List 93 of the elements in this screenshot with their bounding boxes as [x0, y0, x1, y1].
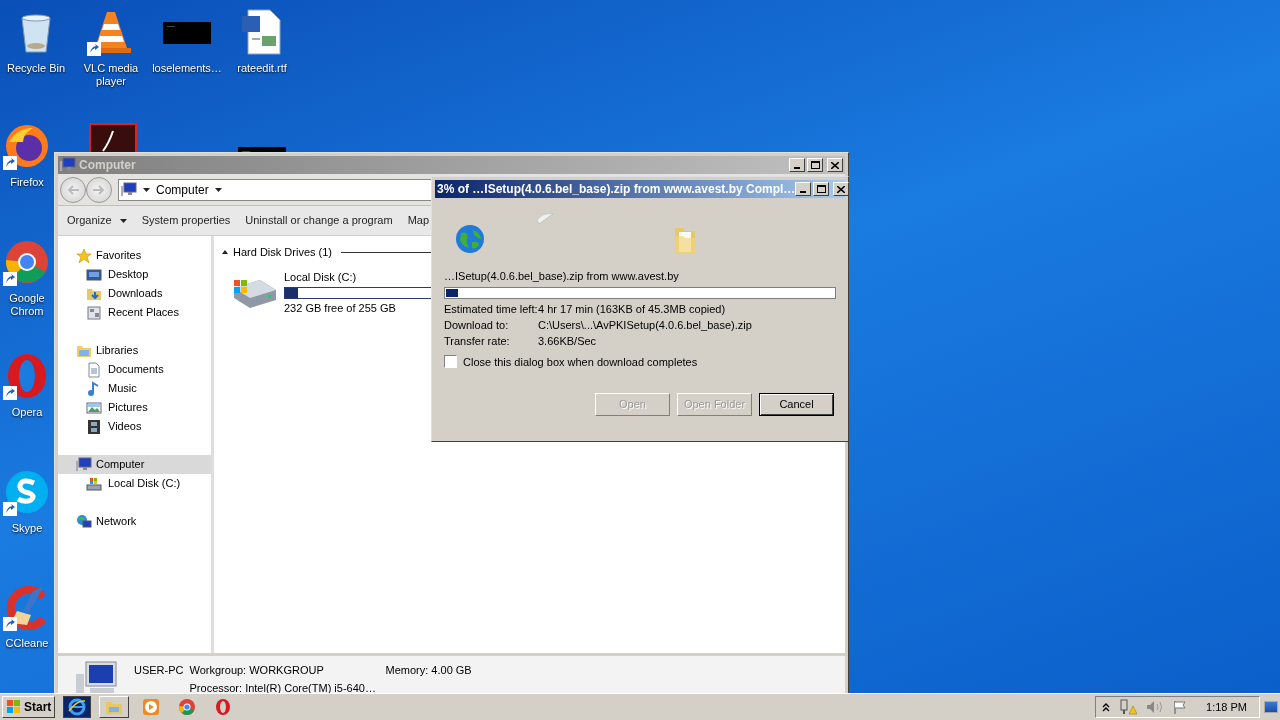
close-icon	[837, 185, 846, 193]
info-label: Download to:	[444, 318, 510, 332]
windows-logo-icon	[6, 700, 22, 714]
free-space: 232 GB free of 255 GB	[284, 301, 397, 316]
ring-icon	[214, 698, 233, 716]
desktop-icon-label[interactable]: Firefox	[10, 176, 44, 189]
nav-item[interactable]: Music	[58, 379, 211, 398]
desktop-icon-label[interactable]: loselements…	[152, 62, 222, 75]
minimize-icon	[794, 167, 800, 169]
desktop-icon-label[interactable]: Google Chrom	[0, 292, 54, 318]
info-value: C:\Users\...\AvPKISetup(4.0.6.bel_base).zip	[538, 318, 753, 332]
nav-item[interactable]: Libraries	[58, 341, 211, 360]
info-value: 3.66KB/Sec	[538, 334, 598, 348]
network-warning-icon[interactable]	[1119, 699, 1138, 715]
info-value: 4 hr 17 min (163KB of 45.3MB copied)	[538, 302, 727, 316]
minimize-button[interactable]	[795, 182, 812, 196]
toolbar-button[interactable]: Uninstall or change a program	[245, 212, 393, 229]
picture-icon	[86, 399, 102, 416]
start-button[interactable]: Start	[2, 696, 56, 718]
ring-logo-icon	[3, 238, 51, 286]
computer-name: USER-PC	[134, 663, 184, 678]
desktop-icon-label[interactable]: VLC media player	[75, 62, 147, 88]
computer-icon	[76, 456, 92, 473]
minimize-button[interactable]	[789, 158, 805, 172]
drive-name[interactable]: Local Disk (C:)	[284, 268, 434, 285]
maximize-icon	[810, 161, 820, 169]
show-desktop-button[interactable]	[1264, 701, 1278, 713]
computer-icon	[121, 181, 137, 198]
app-tile-icon	[89, 123, 137, 152]
caret-icon	[143, 187, 150, 192]
toolbar-button[interactable]: Map	[407, 212, 430, 229]
terminal-icon	[238, 147, 286, 152]
close-button[interactable]	[833, 182, 850, 196]
checkbox[interactable]	[444, 355, 457, 369]
clock[interactable]: 1:18 PM	[1206, 698, 1247, 716]
folder-icon	[673, 226, 697, 256]
caret-icon	[214, 187, 222, 192]
desktop-icon-label[interactable]: CCleane	[5, 637, 49, 650]
desktop-icon-label[interactable]: rateedit.rtf	[237, 62, 287, 75]
star-icon	[76, 247, 92, 264]
chevron-up-icon[interactable]	[1102, 702, 1111, 712]
minimize-icon	[800, 191, 807, 193]
checkbox-label[interactable]: Close this dialog box when download completes	[463, 353, 698, 370]
film-strip-icon	[86, 418, 102, 435]
dialog-button[interactable]: Cancel	[759, 393, 834, 416]
window-title: Computer	[79, 157, 136, 174]
toolbar-button[interactable]: Organize	[67, 212, 127, 229]
nav-item[interactable]: Recent Places	[58, 303, 211, 322]
nav-item[interactable]: Videos	[58, 417, 211, 436]
computer-icon	[60, 157, 76, 173]
network-icon	[76, 513, 92, 530]
dialog-title: 3% of …ISetup(4.0.6.bel_base).zip from www.avest.by Compl…	[437, 181, 796, 198]
desktop-icon-label[interactable]: Opera	[11, 406, 43, 419]
bubble-icon	[3, 468, 51, 516]
window-grid-icon	[86, 304, 102, 321]
workgroup-text: Workgroup: WORKGROUP	[189, 663, 325, 678]
flying-paper-icon	[537, 212, 553, 224]
browser-e-icon	[68, 698, 87, 716]
globe-icon	[455, 224, 485, 254]
file-name-text: …ISetup(4.0.6.bel_base).zip from www.avest.by	[444, 269, 680, 284]
info-label: Estimated time left:	[444, 302, 538, 316]
play-icon	[142, 698, 161, 716]
nav-item[interactable]: Documents	[58, 360, 211, 379]
nav-item[interactable]: Network	[58, 512, 211, 531]
maximize-button[interactable]	[813, 182, 830, 196]
caret-icon	[119, 218, 127, 223]
desktop-icon-label[interactable]: Skype	[11, 522, 43, 535]
hard-drive-icon	[86, 475, 102, 492]
nav-item[interactable]: Downloads	[58, 284, 211, 303]
processor-text: Processor: Intel(R) Core(TM) i5-640…	[189, 680, 377, 696]
nav-item[interactable]: Computer	[58, 455, 211, 474]
memory-text: Memory: 4.00 GB	[385, 663, 472, 678]
forward-arrow-icon	[93, 184, 105, 195]
document-icon	[86, 361, 102, 378]
taskbar-button[interactable]	[63, 696, 92, 718]
close-icon	[831, 161, 839, 169]
info-label: Transfer rate:	[444, 334, 511, 348]
close-button[interactable]	[827, 158, 843, 172]
nav-item[interactable]: Desktop	[58, 265, 211, 284]
group-header[interactable]: Hard Disk Drives (1)	[233, 244, 332, 261]
collapse-icon	[222, 250, 228, 255]
maximize-icon	[816, 185, 826, 193]
flag-icon[interactable]	[1173, 700, 1188, 714]
nav-item[interactable]: Pictures	[58, 398, 211, 417]
back-arrow-icon	[67, 184, 79, 195]
toolbar-button[interactable]: System properties	[141, 212, 231, 229]
nav-item[interactable]: Local Disk (C:)	[58, 474, 211, 493]
maximize-button[interactable]	[807, 158, 823, 172]
ring-logo-icon	[178, 698, 197, 716]
desktop-icon-label[interactable]: Recycle Bin	[6, 62, 66, 75]
monitor-icon	[86, 266, 102, 283]
nav-item[interactable]: Favorites	[58, 246, 211, 265]
swirl-circle-icon	[3, 122, 51, 170]
